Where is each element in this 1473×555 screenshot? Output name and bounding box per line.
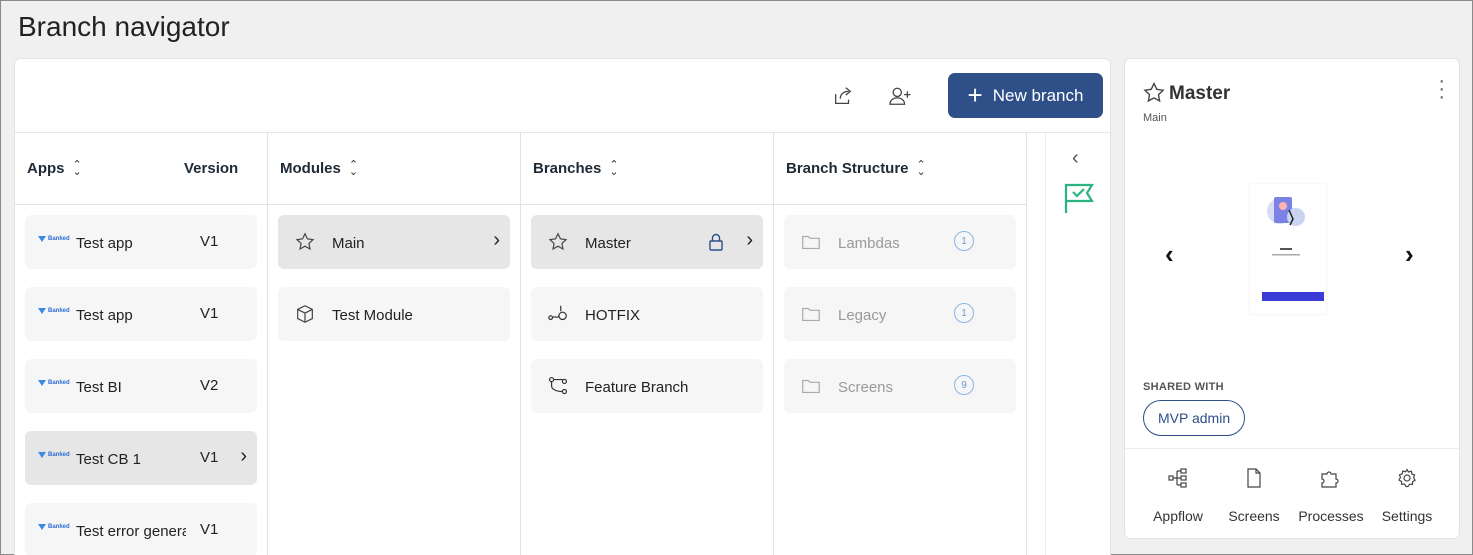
app-item[interactable]: Banked Test error generator V1 bbox=[25, 503, 257, 555]
branch-icon bbox=[548, 376, 568, 395]
module-item-selected[interactable]: Main › bbox=[278, 215, 510, 269]
app-name: Test BI bbox=[76, 379, 122, 396]
structure-header-label: Branch Structure bbox=[786, 160, 909, 177]
branch-item-selected[interactable]: Master › bbox=[531, 215, 763, 269]
sort-icon[interactable]: ⌃ ⌄ bbox=[609, 159, 618, 177]
divider bbox=[1125, 448, 1459, 449]
app-logo: Banked bbox=[38, 236, 70, 242]
sort-icon[interactable]: ⌃ ⌄ bbox=[917, 159, 926, 177]
apps-column: Apps ⌃ ⌄ Version Banked Test app V1 Banke… bbox=[15, 133, 268, 555]
page-title: Branch navigator bbox=[18, 11, 230, 42]
star-icon[interactable] bbox=[1142, 81, 1166, 105]
processes-nav[interactable]: Processes bbox=[1293, 464, 1369, 524]
branch-item[interactable]: Feature Branch bbox=[531, 359, 763, 413]
app-name: Test app bbox=[76, 307, 133, 324]
star-icon bbox=[548, 232, 568, 251]
module-item[interactable]: Test Module bbox=[278, 287, 510, 341]
app-item[interactable]: Banked Test app V1 bbox=[25, 287, 257, 341]
apps-header-label: Apps bbox=[27, 160, 65, 177]
structure-name: Lambdas bbox=[838, 235, 900, 252]
count-badge: 1 bbox=[954, 231, 974, 251]
add-user-icon[interactable] bbox=[887, 83, 913, 109]
apps-header: Apps ⌃ ⌄ Version bbox=[15, 133, 267, 205]
structure-column: Branch Structure ⌃ ⌄ Lambdas 1 Legacy 1 S… bbox=[774, 133, 1027, 555]
appflow-icon bbox=[1168, 468, 1187, 488]
more-options-icon[interactable]: · · · bbox=[1438, 71, 1445, 107]
detail-panel: Master Main · · · ‹ › SHARED WITH MVP admi… bbox=[1124, 58, 1460, 539]
app-logo: Banked bbox=[38, 308, 70, 314]
settings-nav[interactable]: Settings bbox=[1369, 464, 1445, 524]
app-logo: Banked bbox=[38, 524, 70, 530]
new-branch-label: New branch bbox=[992, 85, 1084, 105]
shared-with-chip[interactable]: MVP admin bbox=[1143, 400, 1246, 436]
app-name: Test error generator bbox=[76, 523, 186, 540]
branch-name: HOTFIX bbox=[585, 307, 640, 324]
app-name: Test CB 1 bbox=[76, 451, 142, 468]
structure-name: Screens bbox=[838, 379, 894, 396]
modules-header: Modules ⌃ ⌄ bbox=[268, 133, 520, 205]
gear-icon bbox=[1398, 468, 1416, 488]
app-version: V1 bbox=[200, 305, 219, 322]
star-icon bbox=[295, 232, 315, 251]
branch-name: Feature Branch bbox=[585, 379, 689, 396]
count-badge: 1 bbox=[954, 303, 974, 323]
app-version: V2 bbox=[200, 377, 219, 394]
folder-icon bbox=[802, 379, 820, 394]
next-arrow-icon[interactable]: › bbox=[1405, 239, 1414, 270]
hotfix-icon bbox=[548, 305, 567, 321]
structure-item[interactable]: Lambdas 1 bbox=[784, 215, 1016, 269]
sort-icon[interactable]: ⌃ ⌄ bbox=[349, 159, 358, 177]
app-item-selected[interactable]: Banked Test CB 1 V1 › bbox=[25, 431, 257, 485]
screens-nav[interactable]: Screens bbox=[1216, 464, 1292, 524]
modules-column: Modules ⌃ ⌄ Main › Test Module bbox=[268, 133, 521, 555]
version-header: Version bbox=[184, 160, 239, 177]
document-icon bbox=[1247, 468, 1261, 488]
app-version: V1 bbox=[200, 449, 219, 466]
chevron-right-icon: › bbox=[493, 229, 500, 251]
structure-name: Legacy bbox=[838, 307, 887, 324]
structure-header: Branch Structure ⌃ ⌄ bbox=[774, 133, 1026, 205]
app-version: V1 bbox=[200, 233, 219, 250]
app-item[interactable]: Banked Test app V1 bbox=[25, 215, 257, 269]
lock-icon bbox=[709, 233, 723, 251]
flag-check-icon[interactable] bbox=[1062, 181, 1096, 215]
branch-name: Master bbox=[585, 235, 631, 252]
shared-with-label: SHARED WITH bbox=[1143, 381, 1224, 393]
cube-icon bbox=[297, 305, 313, 323]
new-branch-button[interactable]: + New branch bbox=[948, 73, 1103, 118]
branch-item[interactable]: HOTFIX bbox=[531, 287, 763, 341]
toolbar: + New branch bbox=[15, 59, 1110, 133]
previous-arrow-icon[interactable]: ‹ bbox=[1165, 239, 1174, 270]
folder-icon bbox=[802, 307, 820, 322]
detail-title: Master bbox=[1169, 83, 1231, 104]
branches-column: Branches ⌃ ⌄ Master › HOTFIX Feature Bran… bbox=[521, 133, 774, 555]
branches-header-label: Branches bbox=[533, 160, 602, 177]
screen-preview bbox=[1250, 184, 1326, 314]
plus-icon: + bbox=[967, 79, 983, 110]
navigator-panel: + New branch Apps ⌃ ⌄ Version Banked Test… bbox=[14, 58, 1111, 555]
app-item[interactable]: Banked Test BI V2 bbox=[25, 359, 257, 413]
structure-item[interactable]: Screens 9 bbox=[784, 359, 1016, 413]
structure-item[interactable]: Legacy 1 bbox=[784, 287, 1016, 341]
share-icon[interactable] bbox=[830, 83, 856, 109]
branches-header: Branches ⌃ ⌄ bbox=[521, 133, 773, 205]
chevron-right-icon: › bbox=[746, 229, 753, 251]
modules-header-label: Modules bbox=[280, 160, 341, 177]
module-name: Test Module bbox=[332, 307, 413, 324]
app-logo: Banked bbox=[38, 452, 70, 458]
count-badge: 9 bbox=[954, 375, 974, 395]
app-version: V1 bbox=[200, 521, 219, 538]
sort-icon[interactable]: ⌃ ⌄ bbox=[73, 159, 82, 177]
app-name: Test app bbox=[76, 235, 133, 252]
puzzle-icon bbox=[1321, 471, 1339, 488]
folder-icon bbox=[802, 235, 820, 250]
chevron-right-icon: › bbox=[240, 445, 247, 467]
app-logo: Banked bbox=[38, 380, 70, 386]
detail-subtitle: Main bbox=[1143, 112, 1167, 124]
module-name: Main bbox=[332, 235, 365, 252]
collapse-chevron-icon[interactable]: ‹ bbox=[1072, 147, 1079, 170]
appflow-nav[interactable]: Appflow bbox=[1140, 464, 1216, 524]
